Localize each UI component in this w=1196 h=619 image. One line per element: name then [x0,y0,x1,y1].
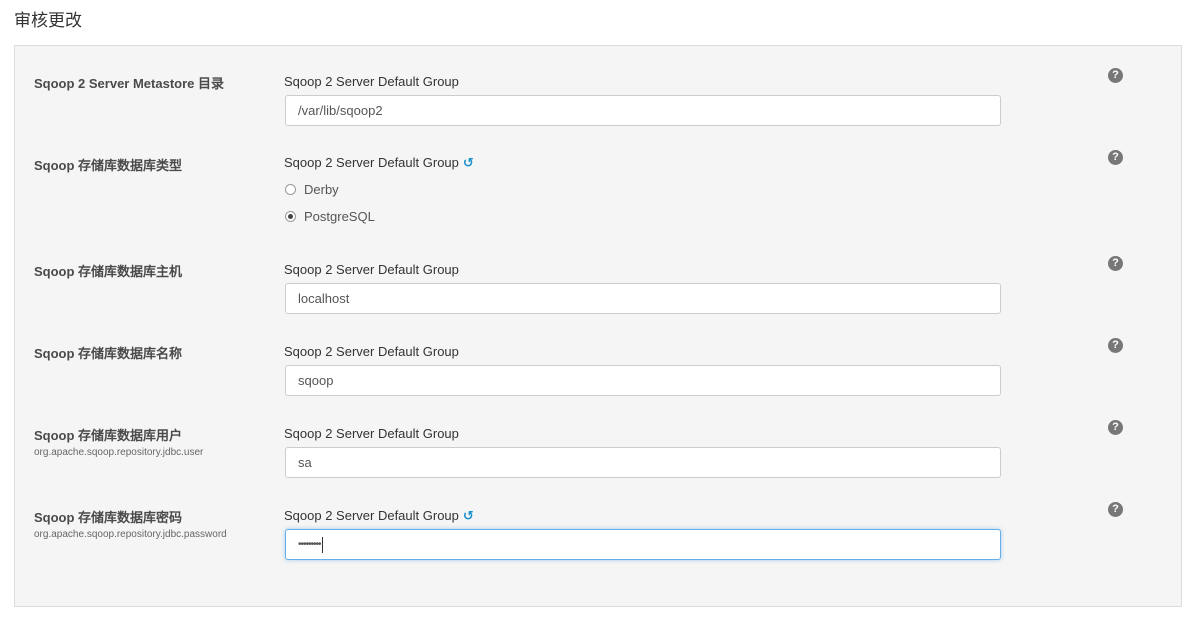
db-host-input[interactable] [285,283,1001,314]
password-mask: ••••••••• [298,539,321,550]
radio-option-postgresql[interactable]: PostgreSQL [285,209,375,224]
config-group-label: Sqoop 2 Server Default Group ↺ [284,155,474,171]
config-label: Sqoop 存储库数据库用户 [34,428,183,443]
config-label: Sqoop 存储库数据库主机 [34,264,183,279]
help-icon[interactable]: ? [1108,420,1123,435]
config-group-text: Sqoop 2 Server Default Group [284,155,459,170]
page-title: 审核更改 [14,11,82,30]
revert-icon[interactable]: ↺ [463,508,474,524]
metastore-dir-input[interactable] [285,95,1001,126]
config-group-label: Sqoop 2 Server Default Group [284,74,459,89]
config-group-label: Sqoop 2 Server Default Group [284,262,459,277]
db-name-input[interactable] [285,365,1001,396]
config-group-label: Sqoop 2 Server Default Group [284,344,459,359]
help-icon[interactable]: ? [1108,502,1123,517]
config-property-name: org.apache.sqoop.repository.jdbc.user [34,447,204,458]
config-label: Sqoop 存储库数据库名称 [34,346,183,361]
db-user-input[interactable] [285,447,1001,478]
revert-icon[interactable]: ↺ [463,155,474,171]
config-label: Sqoop 2 Server Metastore 目录 [34,76,224,91]
config-group-text: Sqoop 2 Server Default Group [284,508,459,523]
config-group-label: Sqoop 2 Server Default Group ↺ [284,508,474,524]
radio-button[interactable] [285,184,296,195]
radio-button[interactable] [285,211,296,222]
radio-label: Derby [304,182,339,197]
help-icon[interactable]: ? [1108,150,1123,165]
radio-option-derby[interactable]: Derby [285,182,339,197]
help-icon[interactable]: ? [1108,68,1123,83]
text-caret [321,536,323,553]
config-panel: Sqoop 2 Server Metastore 目录 Sqoop 2 Serv… [14,45,1182,607]
db-password-input[interactable]: ••••••••• [285,529,1001,560]
config-label: Sqoop 存储库数据库密码 [34,510,183,525]
config-property-name: org.apache.sqoop.repository.jdbc.passwor… [34,529,227,540]
config-group-label: Sqoop 2 Server Default Group [284,426,459,441]
help-icon[interactable]: ? [1108,338,1123,353]
help-icon[interactable]: ? [1108,256,1123,271]
radio-label: PostgreSQL [304,209,375,224]
config-label: Sqoop 存储库数据库类型 [34,158,183,173]
